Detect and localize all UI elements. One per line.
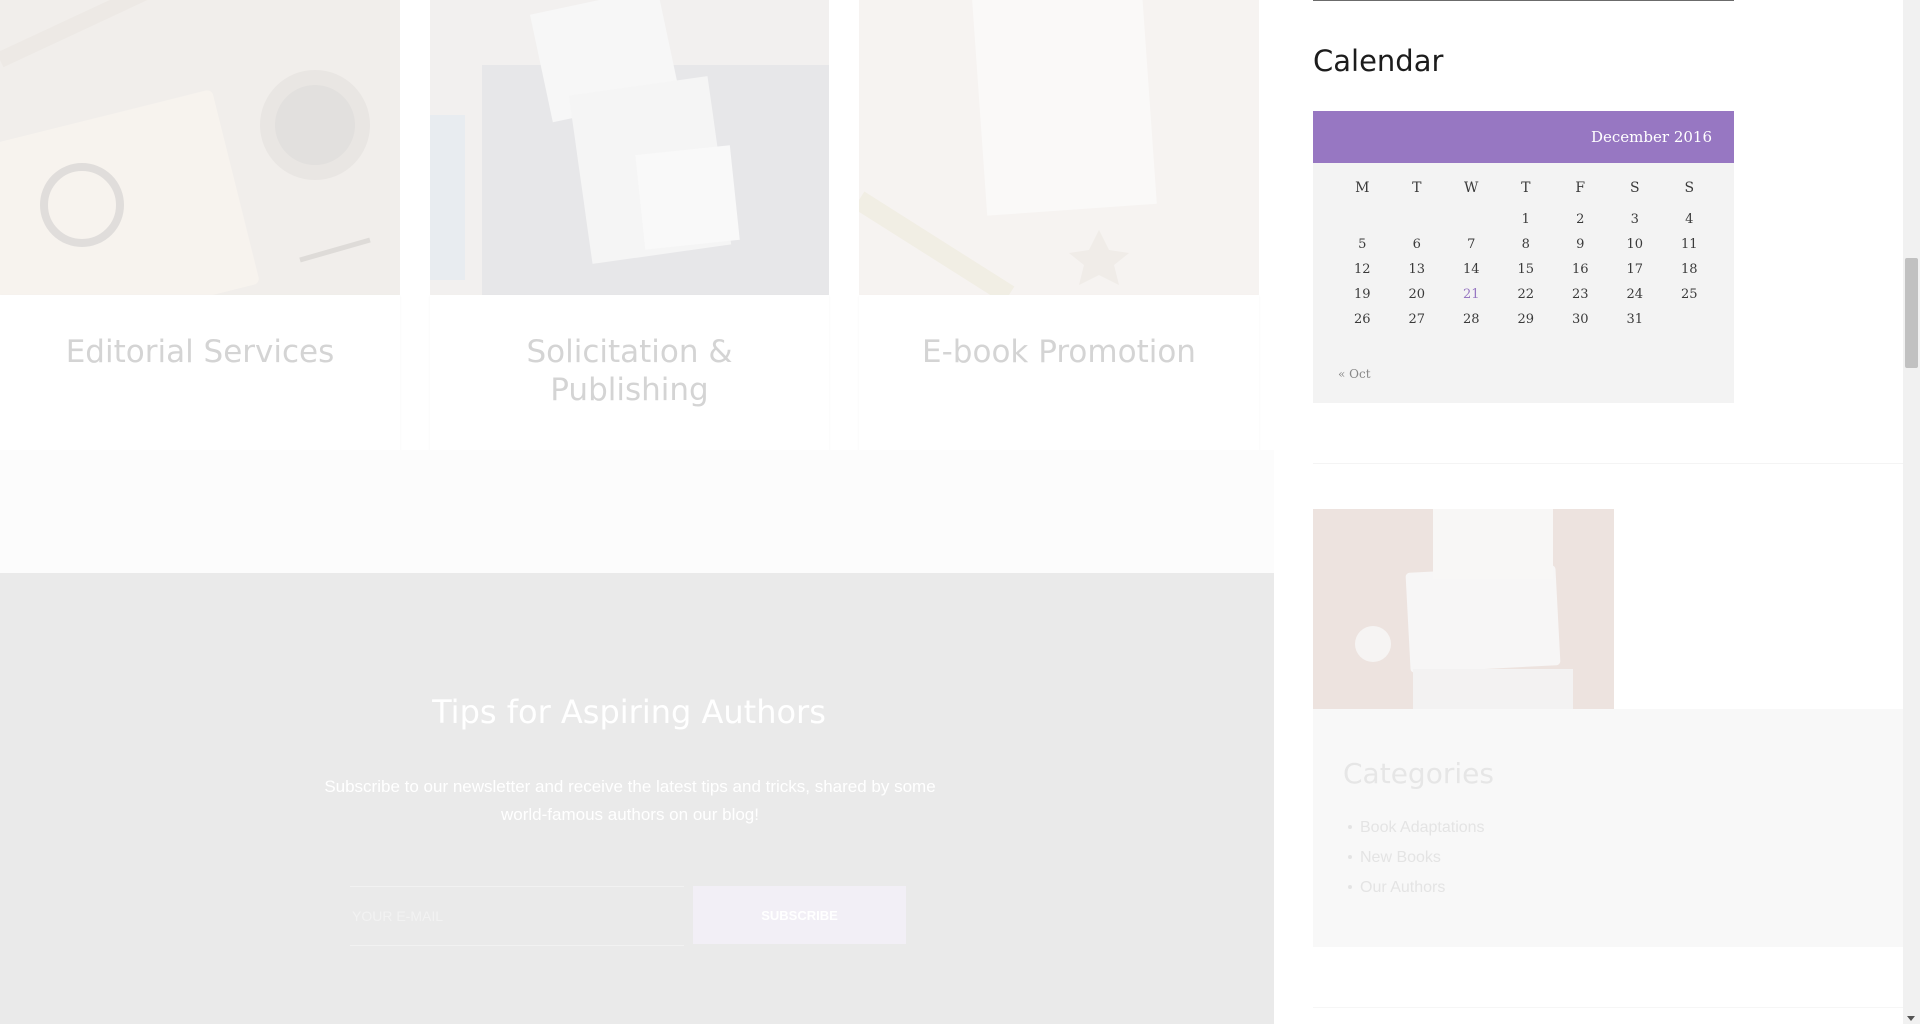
- calendar-week-row: 26 27 28 29 30 31: [1335, 307, 1717, 332]
- calendar-day-today[interactable]: 21: [1444, 287, 1499, 302]
- calendar-day: 16: [1571, 262, 1589, 277]
- calendar-grid: M T W T F S S 1 2 3 4 5 6 7 8 9 10 11 12…: [1335, 175, 1717, 332]
- calendar-day: 12: [1353, 262, 1371, 277]
- calendar-day: 8: [1521, 237, 1530, 252]
- calendar-widget-title: Calendar: [1313, 44, 1444, 78]
- service-card-ebook[interactable]: E-book Promotion: [859, 295, 1259, 450]
- calendar-day: 30: [1571, 312, 1589, 327]
- calendar-day: 19: [1353, 287, 1371, 302]
- calendar-weekday-row: M T W T F S S: [1335, 175, 1717, 200]
- calendar-day: 28: [1462, 312, 1480, 327]
- calendar-day: 1: [1521, 212, 1530, 227]
- calendar-header: December 2016: [1313, 111, 1734, 163]
- calendar-day: 4: [1685, 212, 1694, 227]
- weekday-label: F: [1575, 179, 1586, 196]
- category-item[interactable]: Book Adaptations: [1343, 813, 1485, 843]
- service-title: Editorial Services: [65, 334, 335, 370]
- category-link[interactable]: Our Authors: [1360, 879, 1445, 896]
- category-link[interactable]: Book Adaptations: [1360, 819, 1485, 836]
- calendar-day: 6: [1412, 237, 1421, 252]
- bullet-icon: [1348, 855, 1352, 859]
- weekday-label: M: [1355, 179, 1370, 196]
- calendar-day: 24: [1626, 287, 1644, 302]
- calendar-day: 20: [1408, 287, 1426, 302]
- bullet-icon: [1348, 885, 1352, 889]
- newsletter-description: Subscribe to our newsletter and receive …: [324, 777, 936, 824]
- category-item[interactable]: Our Authors: [1343, 873, 1485, 903]
- calendar-day: 15: [1517, 262, 1535, 277]
- calendar-day: 11: [1680, 237, 1698, 252]
- weekday-label: T: [1521, 179, 1531, 196]
- service-card-editorial[interactable]: Editorial Services: [0, 295, 400, 450]
- subscribe-button[interactable]: SUBSCRIBE: [693, 886, 906, 944]
- service-image-ebook: [859, 0, 1259, 295]
- scrollbar-thumb[interactable]: [1905, 258, 1918, 368]
- calendar-day: 29: [1517, 312, 1535, 327]
- calendar-day: 17: [1626, 262, 1644, 277]
- calendar-week-row: 19 20 21 22 23 24 25: [1335, 282, 1717, 307]
- calendar-caption: December 2016: [1591, 128, 1712, 146]
- calendar-day: 14: [1462, 262, 1480, 277]
- calendar-day: 31: [1626, 312, 1644, 327]
- newsletter-title: Tips for Aspiring Authors: [432, 693, 826, 731]
- calendar-week-row: 12 13 14 15 16 17 18: [1335, 257, 1717, 282]
- service-card-publishing[interactable]: Solicitation & Publishing: [430, 295, 829, 450]
- calendar-day: 25: [1680, 287, 1698, 302]
- calendar-prev-month-link[interactable]: « Oct: [1338, 367, 1371, 381]
- calendar-day: 10: [1626, 237, 1644, 252]
- calendar-day: 22: [1517, 287, 1535, 302]
- categories-list: Book Adaptations New Books Our Authors: [1343, 813, 1485, 903]
- calendar-day: 9: [1576, 237, 1585, 252]
- category-link[interactable]: New Books: [1360, 849, 1441, 866]
- section-spacer: [0, 450, 1274, 573]
- sidebar-bottom-divider: [1313, 1007, 1903, 1008]
- calendar-week-row: 5 6 7 8 9 10 11: [1335, 232, 1717, 257]
- service-title: Solicitation & Publishing: [526, 334, 733, 408]
- calendar-week-row: 1 2 3 4: [1335, 207, 1717, 232]
- category-item[interactable]: New Books: [1343, 843, 1485, 873]
- calendar-day: 2: [1576, 212, 1585, 227]
- weekday-label: W: [1464, 179, 1479, 196]
- calendar-day: 13: [1408, 262, 1426, 277]
- page-scrollbar[interactable]: [1903, 0, 1920, 1024]
- service-image-publishing: [430, 0, 829, 295]
- calendar-day: 18: [1680, 262, 1698, 277]
- sidebar-promo-image[interactable]: [1313, 509, 1614, 709]
- email-input[interactable]: [350, 886, 684, 946]
- calendar-day: 23: [1571, 287, 1589, 302]
- sidebar-divider: [1313, 0, 1734, 1]
- calendar-widget: December 2016 M T W T F S S 1 2 3 4 5 6 …: [1313, 111, 1734, 403]
- categories-widget: Categories Book Adaptations New Books Ou…: [1313, 709, 1903, 947]
- calendar-day: 27: [1408, 312, 1426, 327]
- service-title: E-book Promotion: [922, 334, 1196, 370]
- bullet-icon: [1348, 825, 1352, 829]
- scroll-down-arrow-icon[interactable]: [1907, 1016, 1915, 1021]
- calendar-day: 5: [1358, 237, 1367, 252]
- sidebar-separator: [1313, 463, 1903, 464]
- newsletter-section: Tips for Aspiring Authors Subscribe to o…: [0, 573, 1274, 1024]
- weekday-label: S: [1684, 179, 1695, 196]
- calendar-day: 7: [1467, 237, 1476, 252]
- service-image-editorial: [0, 0, 400, 295]
- calendar-day: 26: [1353, 312, 1371, 327]
- categories-title: Categories: [1343, 757, 1494, 790]
- calendar-day: 3: [1630, 212, 1639, 227]
- weekday-label: T: [1412, 179, 1422, 196]
- weekday-label: S: [1629, 179, 1640, 196]
